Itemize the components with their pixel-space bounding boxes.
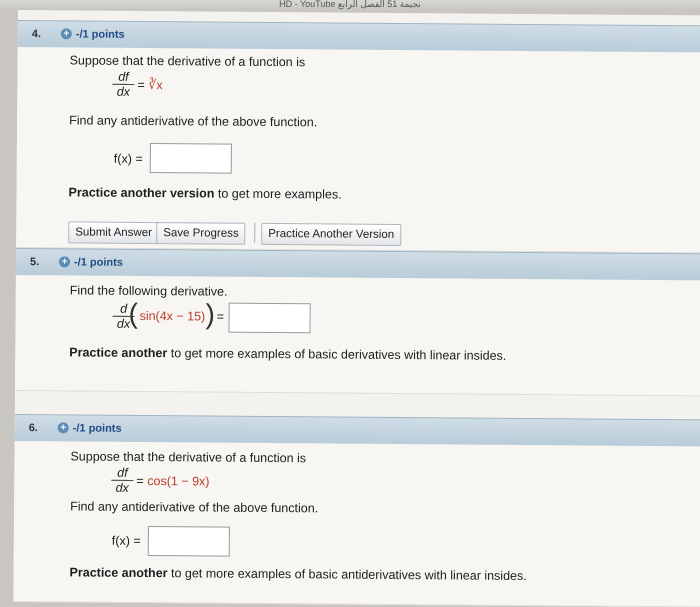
question-intro: Find the following derivative. [69, 283, 228, 299]
practice-link[interactable]: Practice another [69, 345, 167, 360]
inner-expression: sin(4x − 15) [139, 308, 206, 324]
expand-plus-icon[interactable]: + [57, 422, 69, 434]
question-points: -/1 points [75, 28, 125, 41]
submit-answer-button[interactable]: Submit Answer [68, 221, 160, 245]
answer-input[interactable] [149, 143, 232, 174]
question-task: Find any antiderivative of the above fun… [70, 499, 319, 516]
practice-note: Practice another to get more examples of… [69, 565, 527, 584]
question-task: Find any antiderivative of the above fun… [69, 113, 318, 130]
practice-link[interactable]: Practice another version [69, 185, 215, 200]
right-paren: ) [205, 298, 216, 330]
question-number: 6. [28, 422, 38, 435]
answer-input[interactable] [228, 302, 311, 334]
expand-plus-icon[interactable]: + [60, 28, 72, 40]
save-progress-button[interactable]: Save Progress [156, 222, 246, 245]
question-6-body: Suppose that the derivative of a functio… [13, 440, 700, 607]
practice-note: Practice another version to get more exa… [68, 185, 342, 202]
tab-title: HD - YouTube نجيمة 51 الفصل الرابع [279, 0, 421, 9]
answer-label: f(x) = [113, 151, 143, 166]
question-points: -/1 points [73, 256, 123, 269]
question-4-body: Suppose that the derivative of a functio… [16, 46, 700, 254]
practice-another-version-button[interactable]: Practice Another Version [261, 222, 402, 247]
button-divider [254, 222, 256, 243]
derivative-fraction: df dx [112, 69, 135, 99]
browser-tab-strip: HD - YouTube نجيمة 51 الفصل الرابع [0, 0, 700, 10]
left-paren: ( [128, 297, 139, 329]
question-number: 4. [31, 28, 42, 41]
equals-sign: = [216, 309, 224, 324]
derivative-expression: ∛x [148, 78, 163, 93]
question-points: -/1 points [72, 422, 122, 435]
derivative-expression: cos(1 − 9x) [147, 474, 210, 489]
practice-note: Practice another to get more examples of… [69, 345, 507, 363]
answer-input[interactable] [147, 526, 230, 557]
question-5-body: Find the following derivative. d dx ( si… [15, 274, 700, 397]
expand-plus-icon[interactable]: + [58, 256, 71, 268]
equals-sign: = [136, 473, 144, 489]
derivative-fraction: df dx [111, 465, 134, 495]
question-intro: Suppose that the derivative of a functio… [69, 53, 306, 70]
question-number: 5. [29, 256, 40, 269]
answer-label: f(x) = [111, 533, 141, 548]
question-intro: Suppose that the derivative of a functio… [70, 449, 307, 466]
equals-sign: = [137, 77, 145, 92]
practice-link[interactable]: Practice another [70, 565, 168, 580]
assignment-page: 4. + -/1 points Suppose that the derivat… [13, 10, 700, 607]
